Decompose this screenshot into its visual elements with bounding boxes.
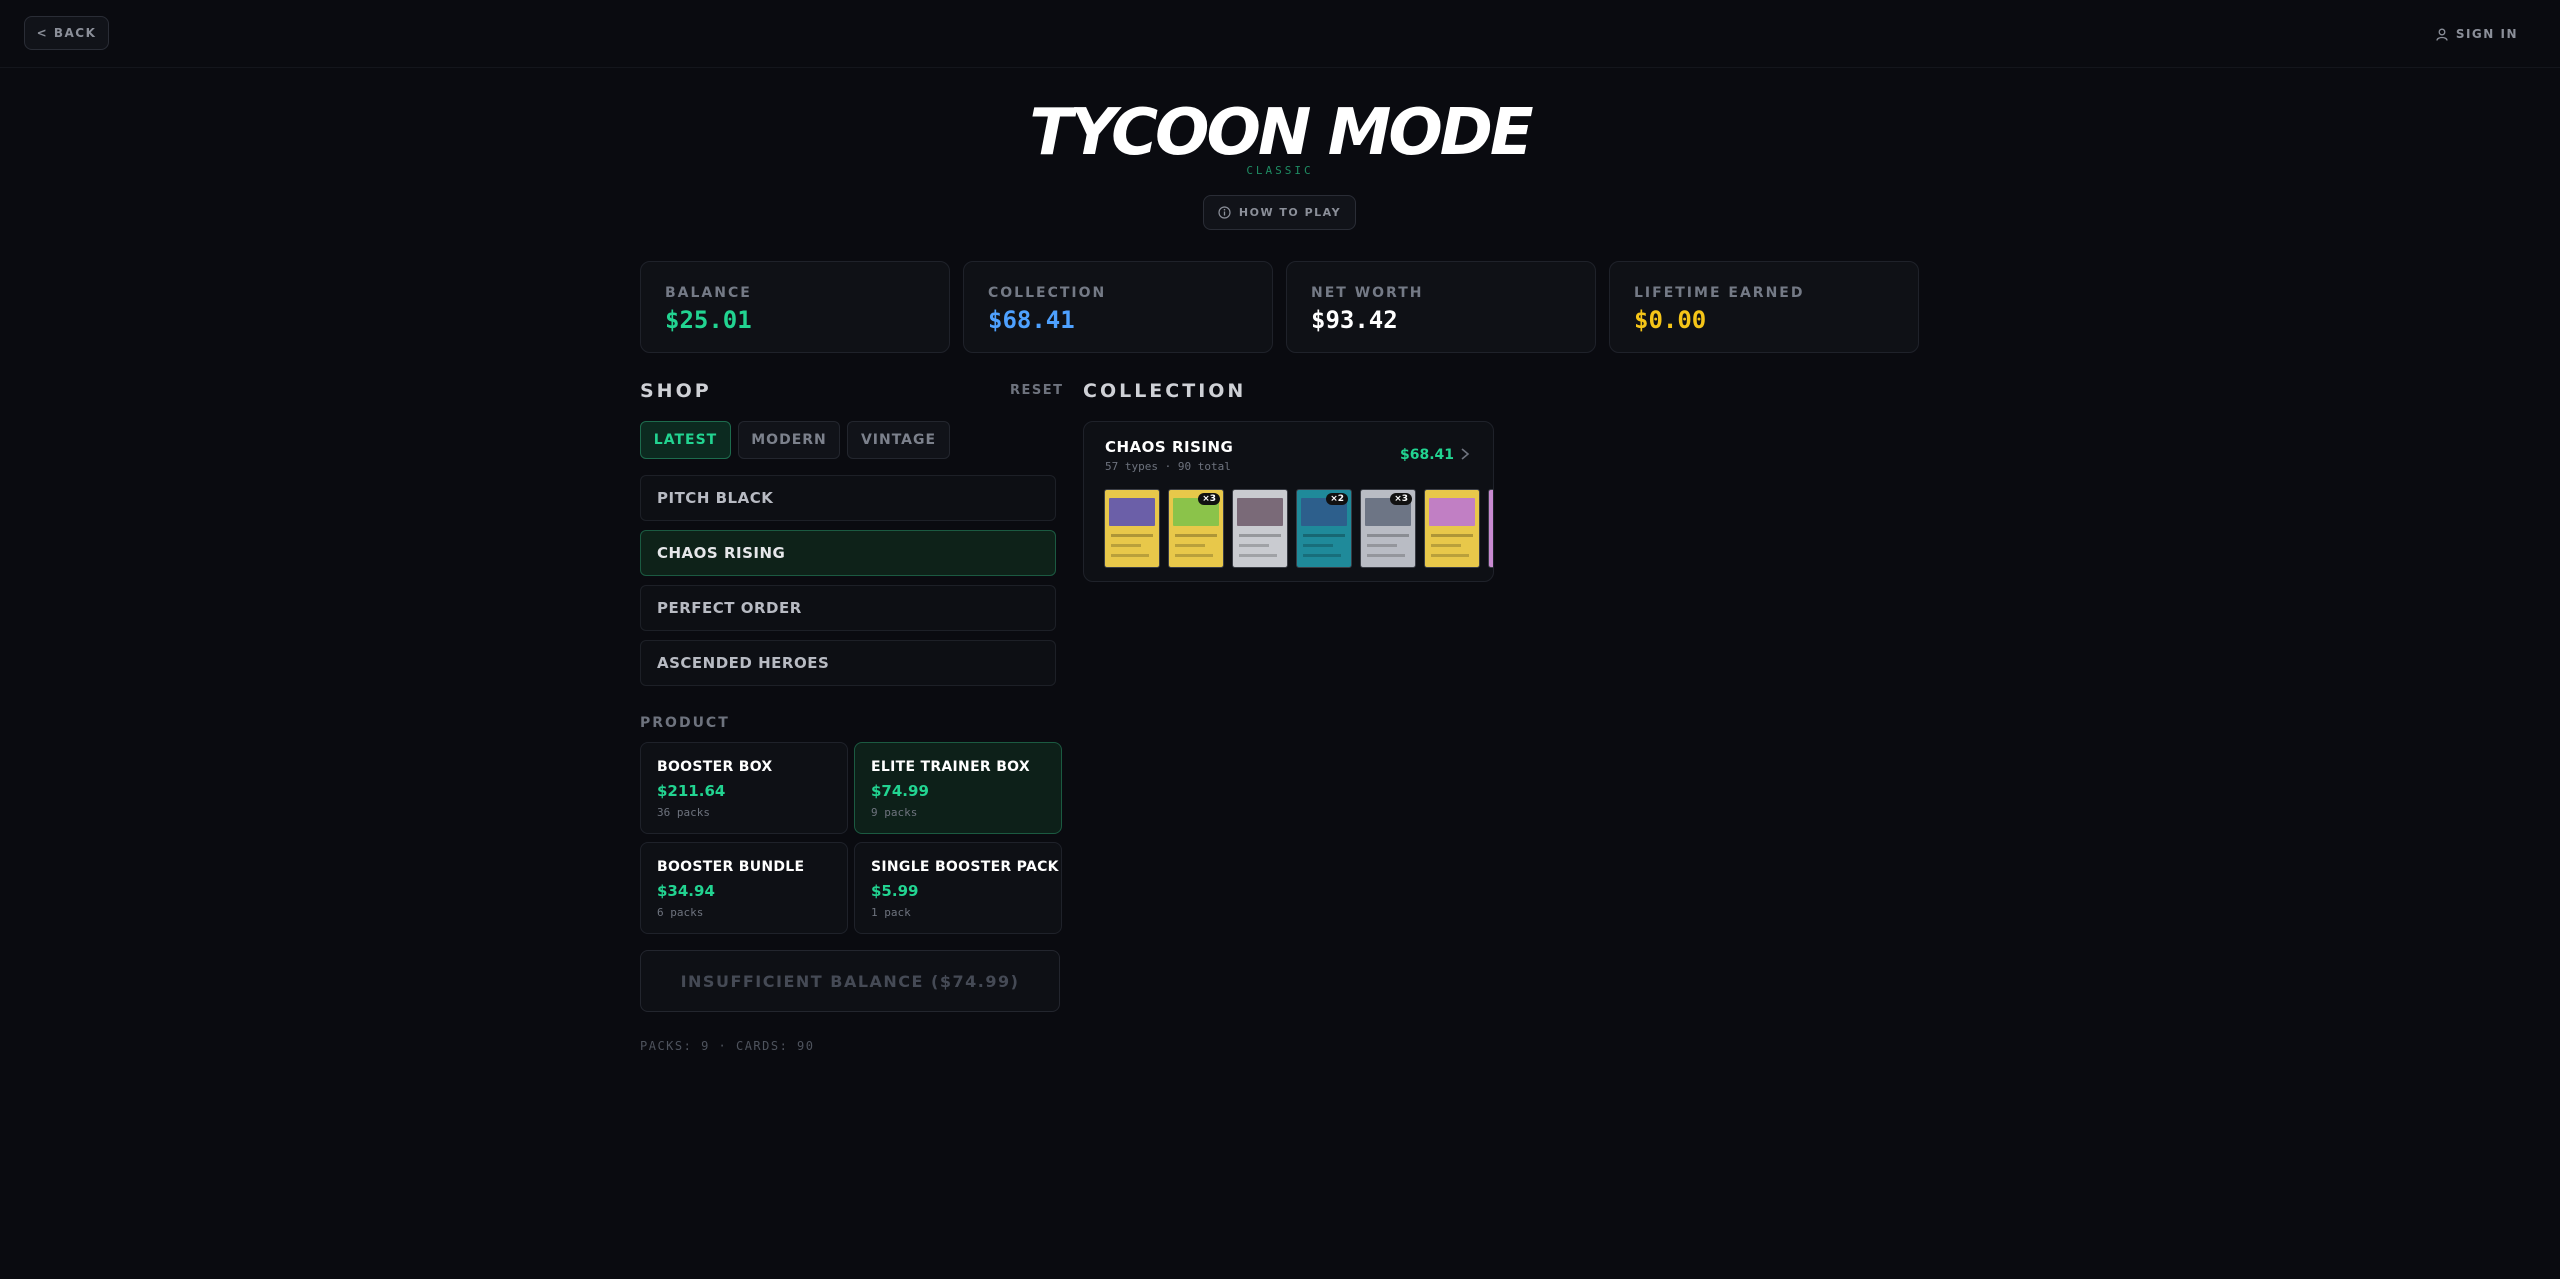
card-thumbnail[interactable]: ×3 <box>1168 489 1224 568</box>
card-text-line <box>1111 534 1153 537</box>
product-single-booster-pack[interactable]: SINGLE BOOSTER PACK $5.99 1 pack <box>854 842 1062 934</box>
mode-subtitle: CLASSIC <box>1246 164 1314 177</box>
user-icon <box>2436 28 2448 41</box>
sign-in-label: SIGN IN <box>2455 27 2518 41</box>
product-price: $74.99 <box>871 782 929 800</box>
stat-value: $68.41 <box>988 306 1075 334</box>
product-name: BOOSTER BOX <box>657 759 773 775</box>
card-thumbnail[interactable]: ×2 <box>1296 489 1352 568</box>
card-text-line <box>1303 544 1333 547</box>
shop-title: SHOP <box>640 380 712 402</box>
reset-button[interactable]: RESET <box>1010 383 1064 398</box>
card-thumbnail[interactable] <box>1488 489 1494 568</box>
product-elite-trainer-box[interactable]: ELITE TRAINER BOX $74.99 9 packs <box>854 742 1062 834</box>
card-text-line <box>1431 544 1461 547</box>
card-artwork <box>1237 498 1283 526</box>
collection-set-name: CHAOS RISING <box>1105 438 1234 456</box>
collection-set-card[interactable]: CHAOS RISING 57 types · 90 total $68.41 … <box>1083 421 1494 582</box>
product-packs: 9 packs <box>871 806 918 819</box>
card-text-line <box>1367 534 1409 537</box>
buy-button[interactable]: INSUFFICIENT BALANCE ($74.99) <box>640 950 1060 1012</box>
tab-vintage[interactable]: VINTAGE <box>847 421 950 459</box>
stat-balance: BALANCE $25.01 <box>640 261 950 353</box>
info-icon <box>1218 206 1231 219</box>
card-count-badge: ×2 <box>1326 493 1348 505</box>
collection-title: COLLECTION <box>1083 380 1247 402</box>
card-thumbnail[interactable]: ×3 <box>1360 489 1416 568</box>
card-text-line <box>1111 544 1141 547</box>
product-booster-bundle[interactable]: BOOSTER BUNDLE $34.94 6 packs <box>640 842 848 934</box>
card-text-line <box>1303 554 1341 557</box>
set-item-ascended-heroes[interactable]: ASCENDED HEROES <box>640 640 1056 686</box>
product-name: SINGLE BOOSTER PACK <box>871 859 1059 875</box>
back-button[interactable]: < BACK <box>24 16 109 50</box>
card-thumbnail[interactable] <box>1104 489 1160 568</box>
tab-latest[interactable]: LATEST <box>640 421 731 459</box>
product-booster-box[interactable]: BOOSTER BOX $211.64 36 packs <box>640 742 848 834</box>
card-text-line <box>1175 544 1205 547</box>
card-count-badge: ×3 <box>1198 493 1220 505</box>
stat-lifetime-earned: LIFETIME EARNED $0.00 <box>1609 261 1919 353</box>
product-packs: 1 pack <box>871 906 911 919</box>
tab-modern[interactable]: MODERN <box>738 421 840 459</box>
chevron-right-icon <box>1460 446 1470 465</box>
product-packs: 36 packs <box>657 806 710 819</box>
stat-label: NET WORTH <box>1311 285 1424 301</box>
card-text-line <box>1239 544 1269 547</box>
set-item-perfect-order[interactable]: PERFECT ORDER <box>640 585 1056 631</box>
stat-label: BALANCE <box>665 285 752 301</box>
product-price: $5.99 <box>871 882 919 900</box>
product-name: BOOSTER BUNDLE <box>657 859 805 875</box>
product-name: ELITE TRAINER BOX <box>871 759 1030 775</box>
card-text-line <box>1239 534 1281 537</box>
page-title: TYCOON MODE <box>1029 96 1533 170</box>
product-packs: 6 packs <box>657 906 704 919</box>
card-text-line <box>1111 554 1149 557</box>
stat-net-worth: NET WORTH $93.42 <box>1286 261 1596 353</box>
stat-value: $25.01 <box>665 306 752 334</box>
card-text-line <box>1175 554 1213 557</box>
stat-value: $0.00 <box>1634 306 1707 334</box>
set-item-chaos-rising[interactable]: CHAOS RISING <box>640 530 1056 576</box>
card-count-badge: ×3 <box>1390 493 1412 505</box>
stat-label: LIFETIME EARNED <box>1634 285 1805 301</box>
sign-in-button[interactable]: SIGN IN <box>2436 22 2518 46</box>
card-text-line <box>1175 534 1217 537</box>
product-price: $211.64 <box>657 782 726 800</box>
packs-cards-counter: PACKS: 9 · CARDS: 90 <box>640 1039 815 1053</box>
card-artwork <box>1493 498 1494 526</box>
card-artwork <box>1429 498 1475 526</box>
card-thumbnail[interactable] <box>1424 489 1480 568</box>
card-text-line <box>1431 554 1469 557</box>
card-text-line <box>1367 544 1397 547</box>
collection-set-meta: 57 types · 90 total <box>1105 460 1231 473</box>
product-price: $34.94 <box>657 882 715 900</box>
card-text-line <box>1239 554 1277 557</box>
card-thumbnail[interactable] <box>1232 489 1288 568</box>
card-text-line <box>1431 534 1473 537</box>
how-to-play-label: HOW TO PLAY <box>1238 206 1342 219</box>
card-text-line <box>1303 534 1345 537</box>
how-to-play-button[interactable]: HOW TO PLAY <box>1203 195 1356 230</box>
top-bar: < BACK SIGN IN <box>0 0 2560 68</box>
card-text-line <box>1367 554 1405 557</box>
collection-set-value: $68.41 <box>1400 447 1455 463</box>
set-item-pitch-black[interactable]: PITCH BLACK <box>640 475 1056 521</box>
stat-collection: COLLECTION $68.41 <box>963 261 1273 353</box>
product-section-label: PRODUCT <box>640 715 730 731</box>
card-artwork <box>1109 498 1155 526</box>
stat-label: COLLECTION <box>988 285 1107 301</box>
stat-value: $93.42 <box>1311 306 1398 334</box>
